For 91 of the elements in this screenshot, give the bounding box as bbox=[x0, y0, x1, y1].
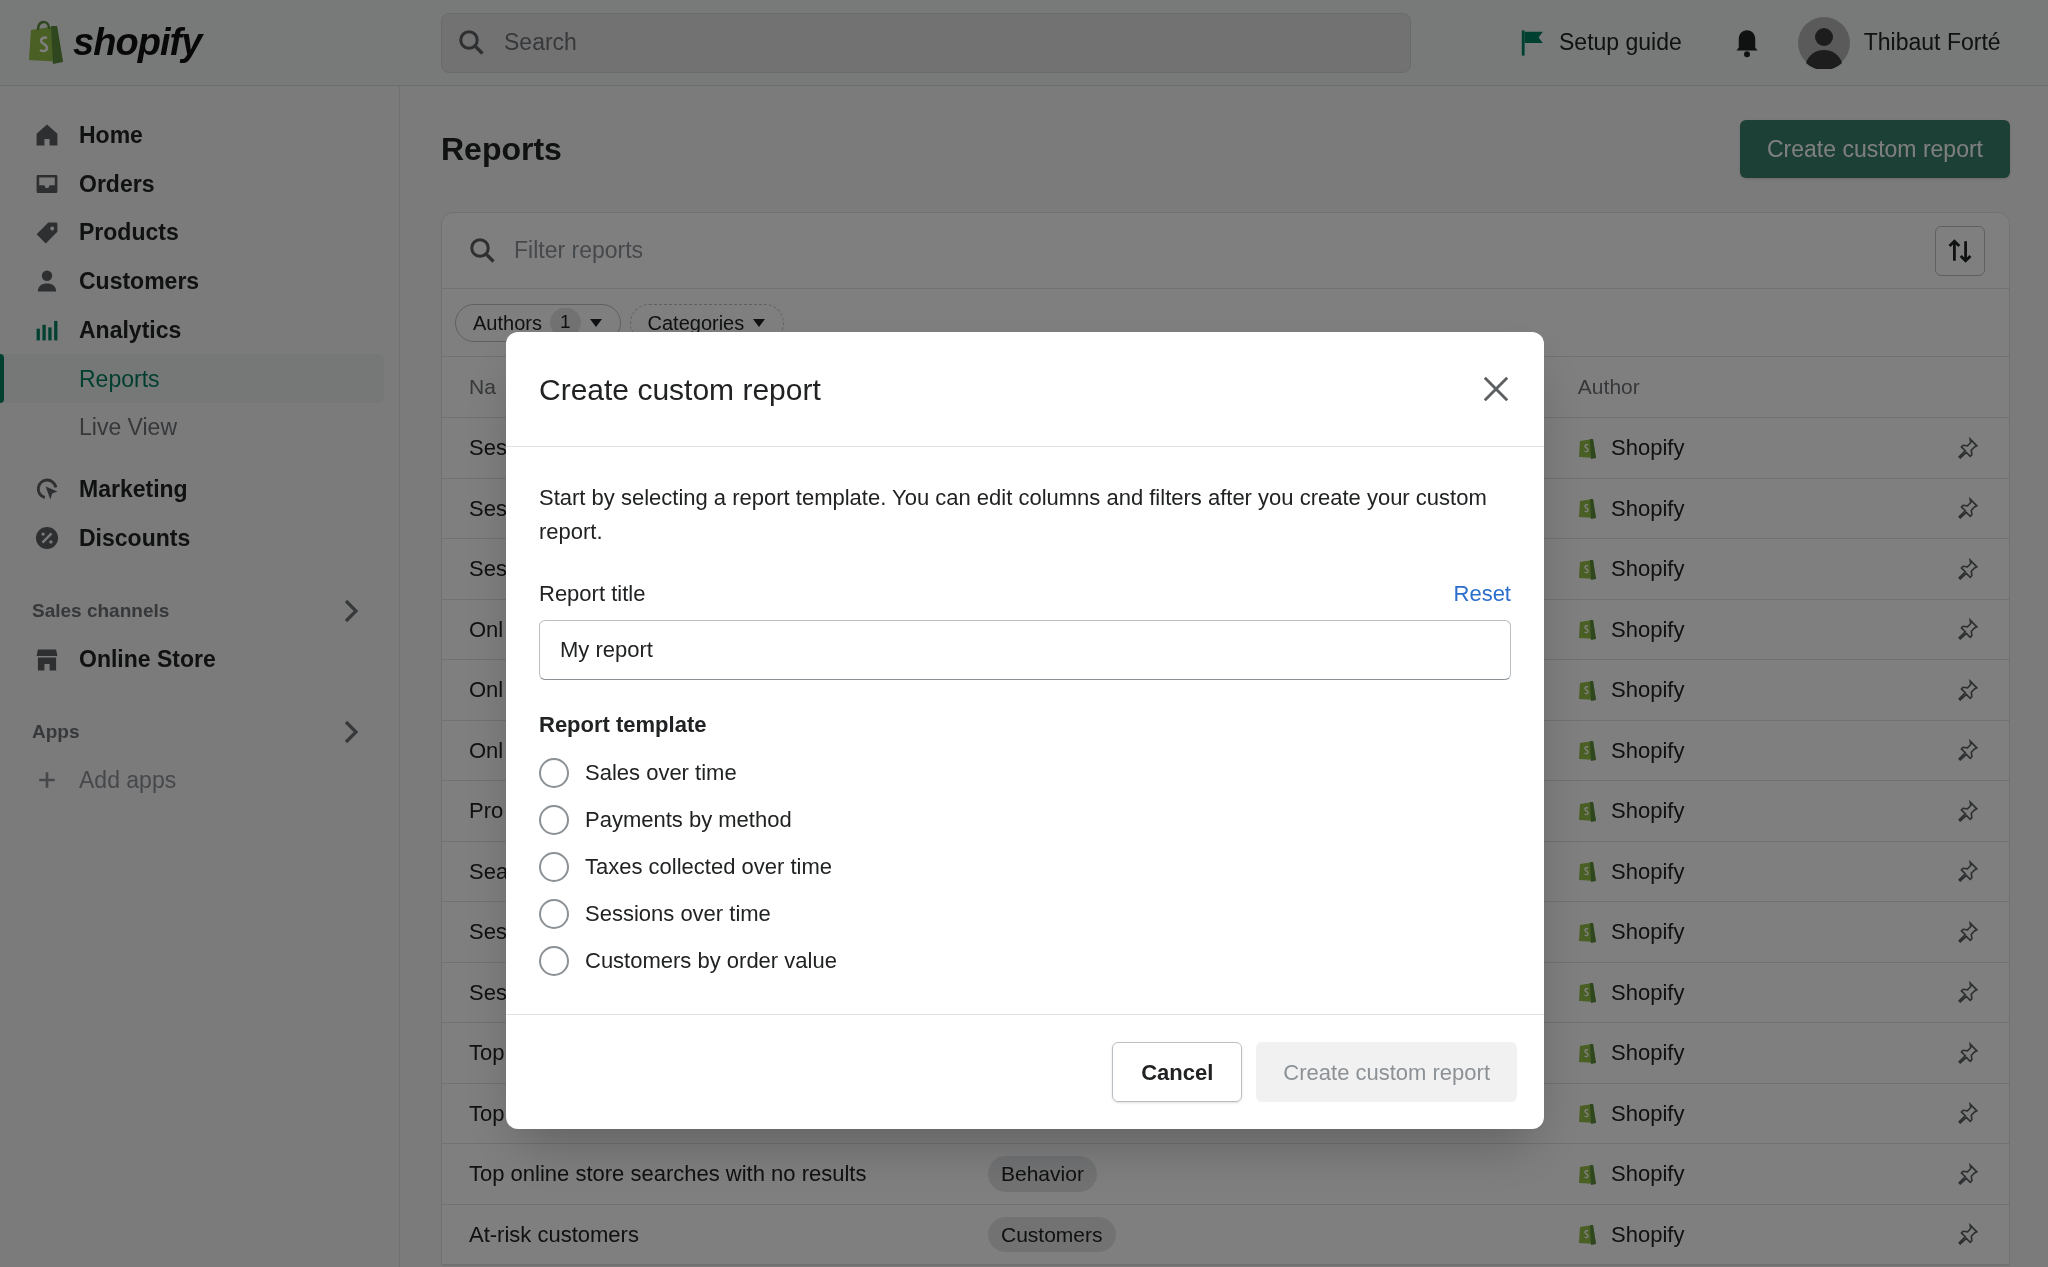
radio-option[interactable]: Taxes collected over time bbox=[539, 843, 1511, 890]
pin-icon bbox=[1957, 1162, 1979, 1185]
avatar-icon bbox=[1797, 16, 1850, 69]
pin-button[interactable] bbox=[1957, 920, 1979, 943]
author-name: Shopify bbox=[1611, 978, 1685, 1007]
author-name: Shopify bbox=[1611, 615, 1685, 644]
pin-button[interactable] bbox=[1957, 557, 1979, 580]
shopping-bag-icon bbox=[1577, 617, 1597, 642]
pin-icon bbox=[1957, 920, 1979, 943]
dialog-description: Start by selecting a report template. You can edit columns and filters after you create your custom report. bbox=[539, 484, 1488, 546]
setup-guide-button[interactable]: Setup guide bbox=[1519, 25, 1682, 60]
category-tag: Customers bbox=[988, 1216, 1116, 1252]
author-name: Shopify bbox=[1611, 1220, 1685, 1249]
pin-icon bbox=[1957, 618, 1979, 641]
report-name[interactable]: At-risk customers bbox=[469, 1217, 988, 1251]
author-name: Shopify bbox=[1611, 434, 1685, 463]
sidebar-item[interactable]: Reports bbox=[0, 354, 384, 404]
shopping-bag-icon bbox=[1577, 980, 1597, 1005]
sidebar-item[interactable]: Home bbox=[0, 111, 384, 160]
radio-option[interactable]: Customers by order value bbox=[539, 937, 1511, 984]
sort-button[interactable] bbox=[1935, 225, 1985, 276]
radio-option[interactable]: Sales over time bbox=[539, 749, 1511, 796]
pin-icon bbox=[1957, 981, 1979, 1004]
author-name: Shopify bbox=[1611, 494, 1685, 523]
pin-icon bbox=[1957, 860, 1979, 883]
shopping-bag-icon bbox=[1577, 1101, 1597, 1126]
report-title-field[interactable]: My report bbox=[539, 620, 1511, 680]
pin-icon bbox=[1957, 436, 1979, 459]
sidebar-item[interactable]: Customers bbox=[0, 257, 384, 306]
shopping-bag-icon bbox=[1577, 496, 1597, 521]
pin-icon bbox=[1957, 799, 1979, 822]
author-name: Shopify bbox=[1611, 676, 1685, 705]
author-name: Shopify bbox=[1611, 1099, 1685, 1128]
category-tag: Behavior bbox=[988, 1156, 1097, 1192]
pin-button[interactable] bbox=[1957, 981, 1979, 1004]
logo-wordmark: shopify bbox=[73, 20, 202, 65]
section-heading: Report template bbox=[539, 711, 708, 739]
create-report-button[interactable]: Create custom report bbox=[1739, 120, 2010, 178]
pin-icon bbox=[1957, 497, 1979, 520]
dialog-title: Create custom report bbox=[539, 371, 821, 408]
pin-button[interactable] bbox=[1957, 860, 1979, 883]
pin-button[interactable] bbox=[1957, 497, 1979, 520]
shopping-bag-icon bbox=[1577, 1222, 1597, 1247]
sidebar-item[interactable]: Orders bbox=[0, 159, 384, 209]
author-name: Shopify bbox=[1611, 1160, 1685, 1189]
sidebar-item[interactable]: Products bbox=[0, 208, 384, 258]
shopping-bag-icon bbox=[1577, 859, 1597, 884]
author-name: Shopify bbox=[1611, 555, 1685, 584]
pin-button[interactable] bbox=[1957, 799, 1979, 822]
sidebar-item[interactable]: Marketing bbox=[0, 464, 384, 514]
shopping-bag-icon bbox=[1577, 738, 1597, 763]
page-title: Reports bbox=[441, 130, 562, 169]
author-name: Shopify bbox=[1611, 1039, 1685, 1068]
percent-badge-icon bbox=[34, 524, 60, 551]
pin-icon bbox=[1957, 557, 1979, 580]
reset-link[interactable]: Reset bbox=[1453, 577, 1511, 610]
sidebar-item[interactable]: Live View bbox=[0, 403, 384, 452]
field-label: Report title bbox=[539, 580, 646, 608]
filter-field[interactable]: Filter reports bbox=[514, 233, 1919, 268]
column-header: Author bbox=[1577, 374, 1640, 401]
cancel-button[interactable]: Cancel bbox=[1112, 1042, 1243, 1102]
pin-button[interactable] bbox=[1957, 1041, 1979, 1064]
pin-icon bbox=[1957, 739, 1979, 762]
pin-button[interactable] bbox=[1957, 1102, 1979, 1125]
author-name: Shopify bbox=[1611, 857, 1685, 886]
section-heading: Apps bbox=[32, 719, 80, 744]
column-header: Na bbox=[469, 374, 496, 401]
sidebar-item[interactable]: Discounts bbox=[0, 513, 384, 563]
pin-icon bbox=[1957, 1223, 1979, 1246]
author-name: Shopify bbox=[1611, 918, 1685, 947]
pin-icon bbox=[1957, 678, 1979, 701]
report-name[interactable]: Top online store searches with no results bbox=[469, 1157, 988, 1191]
pin-button[interactable] bbox=[1957, 739, 1979, 762]
sort-arrows-icon bbox=[1946, 236, 1974, 265]
author-name: Shopify bbox=[1611, 736, 1685, 765]
radio-option[interactable]: Sessions over time bbox=[539, 890, 1511, 937]
pin-icon bbox=[1957, 1041, 1979, 1064]
sidebar-item[interactable]: Online Store bbox=[0, 635, 384, 684]
section-heading: Sales channels bbox=[32, 598, 170, 623]
pin-button[interactable] bbox=[1957, 436, 1979, 459]
user-menu-button[interactable]: Thibaut Forté bbox=[1797, 16, 2001, 69]
radio-option[interactable]: Payments by method bbox=[539, 796, 1511, 843]
caret-down-icon bbox=[752, 317, 767, 328]
author-name: Shopify bbox=[1611, 797, 1685, 826]
caret-down-icon bbox=[588, 317, 603, 328]
search-field[interactable]: Search bbox=[441, 12, 1411, 73]
pin-button[interactable] bbox=[1957, 618, 1979, 641]
pin-button[interactable] bbox=[1957, 1162, 1979, 1185]
pin-button[interactable] bbox=[1957, 1223, 1979, 1246]
pin-button[interactable] bbox=[1957, 678, 1979, 701]
pin-icon bbox=[1957, 1102, 1979, 1125]
